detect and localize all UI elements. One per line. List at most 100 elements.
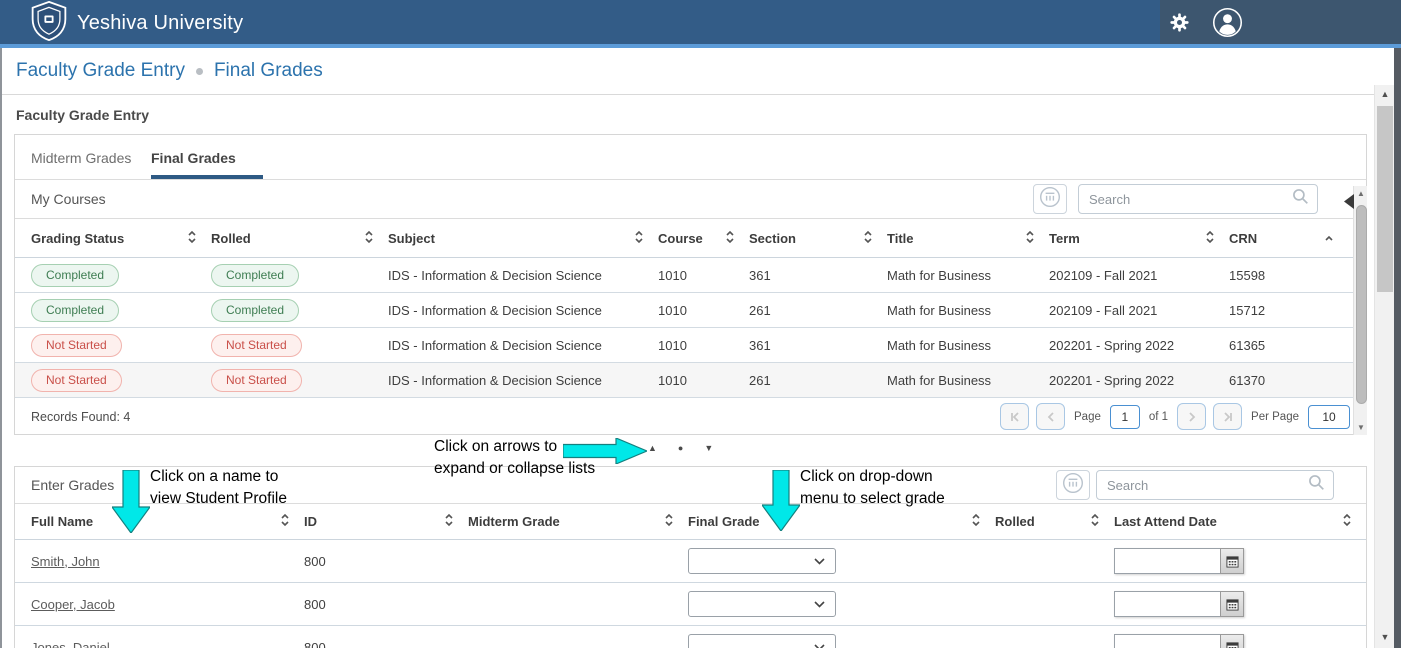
col-rolled: Rolled (211, 231, 251, 246)
grading-status-badge: Not Started (31, 334, 122, 357)
sort-icon[interactable] (863, 229, 873, 248)
sort-icon[interactable] (364, 229, 374, 248)
grades-table-settings-button[interactable] (1056, 470, 1090, 500)
first-page-button[interactable] (1000, 403, 1029, 430)
expand-up-arrow-icon[interactable]: ▲ (648, 443, 657, 453)
annotation-line: Click on drop-down (800, 466, 945, 488)
courses-grid-scrollbar[interactable]: ▲ ▼ (1353, 186, 1367, 435)
col-title: Title (887, 231, 914, 246)
grades-search-box (1096, 470, 1334, 500)
cyan-down-arrow (762, 470, 800, 531)
page-number-input[interactable] (1110, 405, 1140, 429)
cell-term: 202109 - Fall 2021 (1049, 268, 1229, 283)
col-rolled: Rolled (995, 514, 1035, 529)
course-row[interactable]: Completed Completed IDS - Information & … (15, 258, 1366, 293)
page-label: Page (1074, 411, 1101, 423)
student-name-link[interactable]: Jones, Daniel (31, 640, 110, 648)
grading-status-badge: Completed (31, 264, 119, 287)
panel-collapse-arrow-icon[interactable] (1344, 194, 1354, 214)
student-name-link[interactable]: Cooper, Jacob (31, 597, 115, 612)
scroll-up-icon[interactable]: ▲ (1375, 89, 1395, 99)
annotation-line: menu to select grade (800, 488, 945, 510)
course-row[interactable]: Not Started Not Started IDS - Informatio… (15, 363, 1366, 398)
window-right-edge (1394, 48, 1401, 648)
pane-resize-controls: ▲ ● ▼ (648, 443, 713, 453)
scroll-down-icon[interactable]: ▼ (1354, 423, 1368, 432)
last-page-button[interactable] (1213, 403, 1242, 430)
tab-final-grades[interactable]: Final Grades (151, 135, 236, 180)
courses-table-settings-button[interactable] (1033, 184, 1067, 214)
course-row[interactable]: Completed Completed IDS - Information & … (15, 293, 1366, 328)
grades-search-input[interactable] (1097, 471, 1308, 499)
user-profile-icon[interactable] (1212, 7, 1243, 43)
table-settings-icon (1038, 185, 1062, 214)
sort-icon[interactable] (1205, 229, 1215, 248)
sort-icon[interactable] (971, 512, 981, 531)
rolled-badge: Completed (211, 299, 299, 322)
per-page-input[interactable] (1308, 405, 1350, 429)
window-left-edge (0, 48, 2, 648)
settings-gear-icon[interactable] (1168, 11, 1191, 39)
university-shield-logo (30, 1, 68, 46)
page-scrollbar[interactable]: ▲ ▼ (1374, 85, 1394, 648)
cell-title: Math for Business (887, 338, 1049, 353)
sort-icon[interactable] (634, 229, 644, 248)
tab-midterm-grades[interactable]: Midterm Grades (31, 135, 131, 180)
cell-course: 1010 (658, 268, 749, 283)
cell-course: 1010 (658, 303, 749, 318)
cell-term: 202109 - Fall 2021 (1049, 303, 1229, 318)
scrollbar-thumb[interactable] (1356, 205, 1367, 404)
sort-ascending-icon[interactable] (1324, 231, 1334, 246)
cell-subject: IDS - Information & Decision Science (388, 338, 658, 353)
pane-dot-icon[interactable]: ● (678, 443, 683, 453)
cell-title: Math for Business (887, 268, 1049, 283)
sort-icon[interactable] (187, 229, 197, 248)
course-row[interactable]: Not Started Not Started IDS - Informatio… (15, 328, 1366, 363)
final-grade-dropdown[interactable] (688, 548, 836, 574)
previous-page-button[interactable] (1036, 403, 1065, 430)
col-course: Course (658, 231, 703, 246)
sort-icon[interactable] (1090, 512, 1100, 531)
scrollbar-thumb[interactable] (1377, 106, 1393, 292)
calendar-icon[interactable] (1220, 548, 1244, 574)
col-full-name: Full Name (31, 514, 93, 529)
cell-crn: 15712 (1229, 303, 1348, 318)
scroll-up-icon[interactable]: ▲ (1354, 189, 1368, 198)
final-grade-dropdown[interactable] (688, 634, 836, 648)
cyan-right-arrow (563, 438, 647, 464)
cell-subject: IDS - Information & Decision Science (388, 268, 658, 283)
student-name-link[interactable]: Smith, John (31, 554, 100, 569)
sort-icon[interactable] (1342, 512, 1352, 531)
cyan-down-arrow (112, 470, 150, 533)
records-bar: Records Found: 4 Page of 1 Per Page (15, 398, 1366, 435)
sort-icon[interactable] (444, 512, 454, 531)
next-page-button[interactable] (1177, 403, 1206, 430)
sort-icon[interactable] (1025, 229, 1035, 248)
courses-search-input[interactable] (1079, 185, 1292, 213)
final-grade-dropdown[interactable] (688, 591, 836, 617)
records-found-label: Records Found: 4 (31, 410, 130, 424)
sort-icon[interactable] (664, 512, 674, 531)
calendar-icon[interactable] (1220, 634, 1244, 648)
calendar-icon[interactable] (1220, 591, 1244, 617)
faculty-grade-entry-screen: Yeshiva University Faculty Grade Entry F… (0, 0, 1401, 648)
last-attend-date-input[interactable] (1114, 548, 1220, 574)
cell-subject: IDS - Information & Decision Science (388, 373, 658, 388)
cell-section: 261 (749, 303, 887, 318)
sort-icon[interactable] (725, 229, 735, 248)
student-row: Cooper, Jacob 800 (15, 583, 1366, 626)
grading-status-badge: Completed (31, 299, 119, 322)
collapse-down-arrow-icon[interactable]: ▼ (704, 443, 713, 453)
page-of-label: of 1 (1149, 411, 1168, 423)
last-attend-date-input[interactable] (1114, 634, 1220, 648)
student-row: Smith, John 800 (15, 540, 1366, 583)
breadcrumb-faculty-grade-entry[interactable]: Faculty Grade Entry (16, 60, 185, 82)
scroll-down-icon[interactable]: ▼ (1375, 632, 1395, 642)
last-attend-date-input[interactable] (1114, 591, 1220, 617)
breadcrumb-final-grades[interactable]: Final Grades (214, 60, 323, 82)
sort-icon[interactable] (280, 512, 290, 531)
annotation-dropdown-grade: Click on drop-down menu to select grade (800, 466, 945, 510)
cell-term: 202201 - Spring 2022 (1049, 373, 1229, 388)
per-page-label: Per Page (1251, 411, 1299, 423)
cell-crn: 61370 (1229, 373, 1348, 388)
